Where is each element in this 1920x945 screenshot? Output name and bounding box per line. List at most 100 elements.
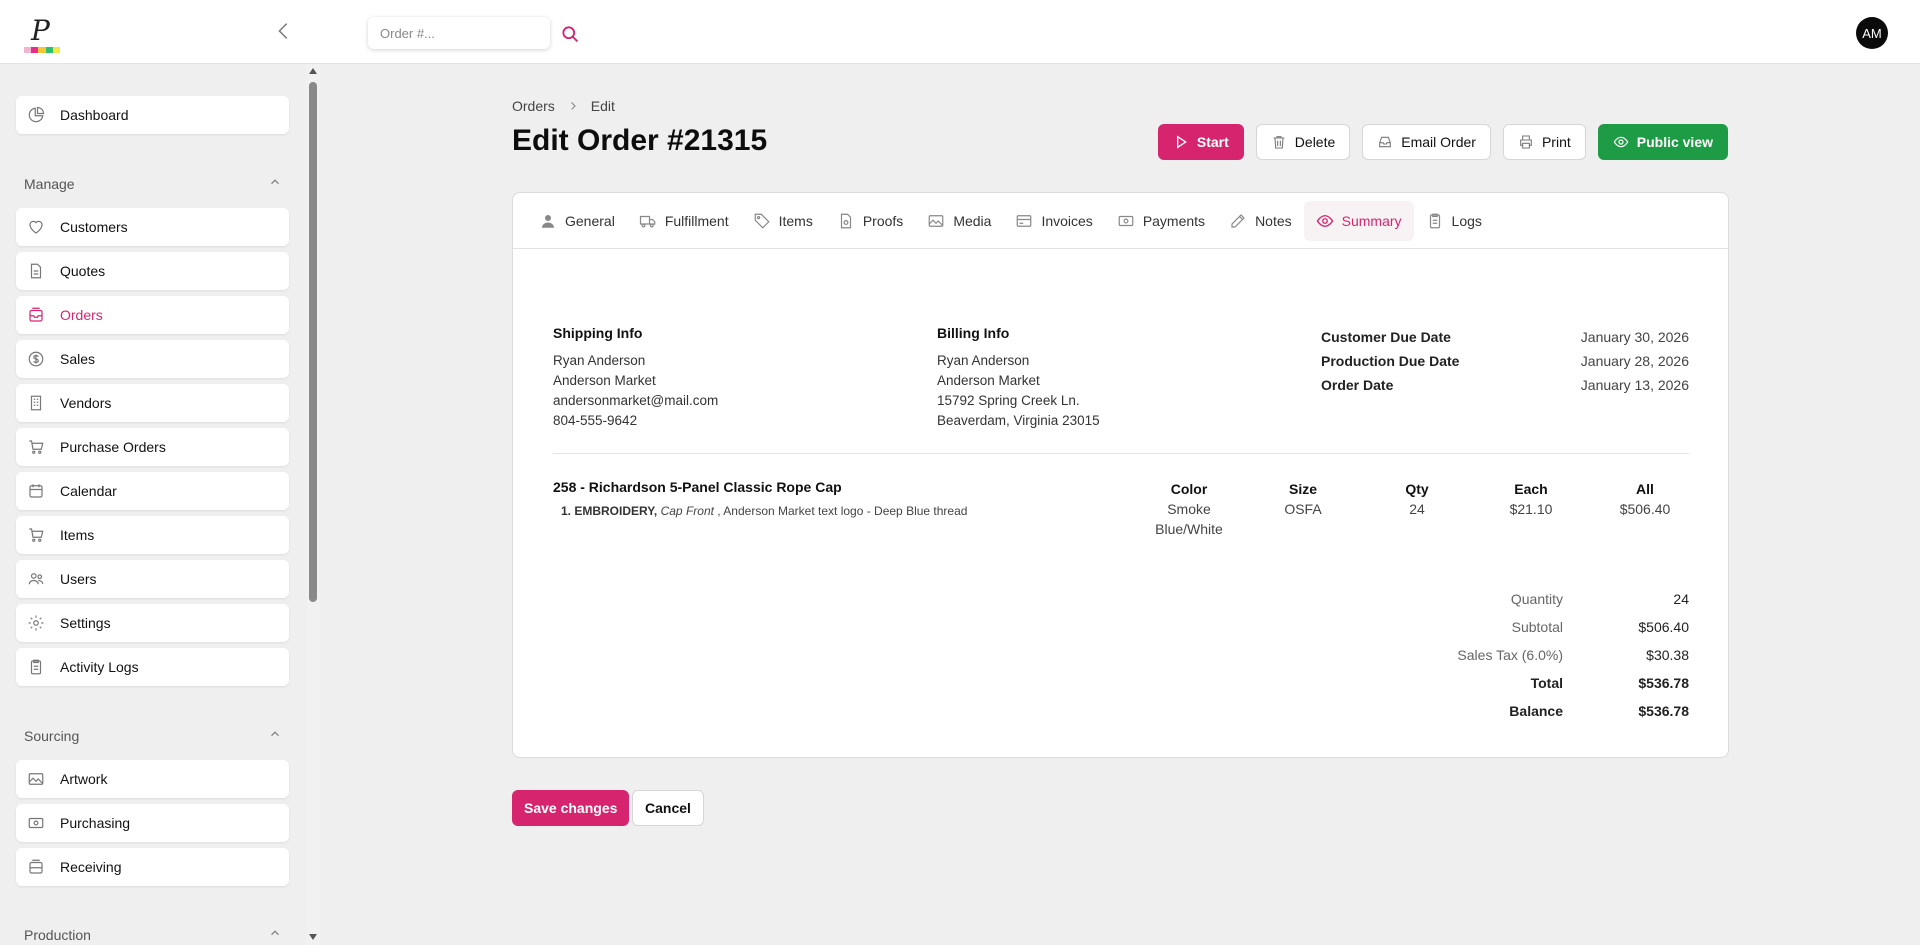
sidebar: Dashboard Manage Customers Quotes Orders… bbox=[0, 64, 320, 945]
date-label: Customer Due Date bbox=[1321, 329, 1451, 345]
scrollbar-thumb[interactable] bbox=[309, 82, 317, 602]
totals-label: Subtotal bbox=[1511, 619, 1563, 635]
play-icon bbox=[1173, 134, 1189, 150]
breadcrumb: Orders Edit bbox=[512, 98, 615, 114]
clipboard-icon bbox=[1426, 212, 1444, 230]
billing-company: Anderson Market bbox=[937, 373, 1040, 388]
sidebar-item-receiving[interactable]: Receiving bbox=[16, 848, 289, 886]
tab-fulfillment[interactable]: Fulfillment bbox=[627, 201, 741, 241]
tab-items[interactable]: Items bbox=[741, 201, 825, 241]
sidebar-item-vendors[interactable]: Vendors bbox=[16, 384, 289, 422]
sidebar-item-label: Calendar bbox=[60, 483, 117, 499]
sidebar-item-purchasing[interactable]: Purchasing bbox=[16, 804, 289, 842]
sidebar-item-purchase-orders[interactable]: Purchase Orders bbox=[16, 428, 289, 466]
sidebar-scrollbar[interactable] bbox=[306, 64, 320, 945]
scroll-up-icon[interactable] bbox=[309, 68, 317, 74]
order-actions: Start Delete Email Order Print Public vi… bbox=[1157, 124, 1728, 160]
start-button[interactable]: Start bbox=[1157, 124, 1244, 160]
cart-icon bbox=[26, 525, 46, 545]
cash-icon bbox=[26, 813, 46, 833]
sidebar-section-manage[interactable]: Manage bbox=[24, 175, 282, 192]
sidebar-item-label: Users bbox=[60, 571, 97, 587]
clipboard-icon bbox=[26, 657, 46, 677]
truck-icon bbox=[639, 212, 657, 230]
order-search-input[interactable] bbox=[368, 17, 550, 49]
shipping-email: andersonmarket@mail.com bbox=[553, 393, 719, 408]
shipping-phone: 804-555-9642 bbox=[553, 413, 638, 428]
calendar-icon bbox=[26, 481, 46, 501]
breadcrumb-orders-link[interactable]: Orders bbox=[512, 98, 555, 114]
email-order-button[interactable]: Email Order bbox=[1362, 124, 1491, 160]
sidebar-item-artwork[interactable]: Artwork bbox=[16, 760, 289, 798]
totals-value: 24 bbox=[1673, 591, 1689, 607]
building-icon bbox=[26, 393, 46, 413]
save-changes-button[interactable]: Save changes bbox=[512, 790, 630, 826]
totals-subtotal-row: Subtotal $506.40 bbox=[1393, 613, 1689, 641]
column-header-size: Size bbox=[1288, 481, 1317, 497]
tab-notes[interactable]: Notes bbox=[1217, 201, 1304, 241]
all-value: $506.40 bbox=[1619, 501, 1671, 517]
sidebar-item-users[interactable]: Users bbox=[16, 560, 289, 598]
tab-label: Notes bbox=[1255, 212, 1292, 229]
tab-general[interactable]: General bbox=[527, 201, 627, 241]
totals-tax-row: Sales Tax (6.0%) $30.38 bbox=[1393, 641, 1689, 669]
collapse-sidebar-icon[interactable] bbox=[273, 20, 295, 42]
tab-label: Items bbox=[778, 212, 813, 229]
user-avatar[interactable]: AM bbox=[1856, 17, 1888, 49]
column-header-qty: Qty bbox=[1405, 481, 1429, 497]
totals-value: $536.78 bbox=[1638, 703, 1689, 719]
sidebar-item-dashboard[interactable]: Dashboard bbox=[16, 96, 289, 134]
sidebar-section-sourcing[interactable]: Sourcing bbox=[24, 727, 282, 744]
sidebar-section-production[interactable]: Production bbox=[24, 926, 282, 943]
tab-invoices[interactable]: Invoices bbox=[1003, 201, 1104, 241]
tab-proofs[interactable]: Proofs bbox=[825, 201, 915, 241]
each-value: $21.10 bbox=[1509, 501, 1553, 517]
print-button[interactable]: Print bbox=[1502, 124, 1586, 160]
cash-icon bbox=[1117, 212, 1135, 230]
box-icon bbox=[26, 857, 46, 877]
app-logo[interactable]: P bbox=[24, 14, 62, 54]
sidebar-item-sales[interactable]: Sales bbox=[16, 340, 289, 378]
sidebar-item-label: Orders bbox=[60, 307, 103, 323]
color-value-line2: Blue/White bbox=[1155, 521, 1223, 537]
totals-value: $30.38 bbox=[1646, 647, 1689, 663]
tab-media[interactable]: Media bbox=[915, 201, 1003, 241]
sidebar-item-customers[interactable]: Customers bbox=[16, 208, 289, 246]
order-card: General Fulfillment Items Proofs Media I… bbox=[512, 192, 1729, 758]
image-icon bbox=[927, 212, 945, 230]
sidebar-item-calendar[interactable]: Calendar bbox=[16, 472, 289, 510]
tab-summary[interactable]: Summary bbox=[1303, 200, 1414, 241]
date-value: January 13, 2026 bbox=[1580, 377, 1689, 393]
scroll-down-icon[interactable] bbox=[309, 934, 317, 940]
line-item: 258 - Richardson 5-Panel Classic Rope Ca… bbox=[553, 479, 1689, 537]
sidebar-item-quotes[interactable]: Quotes bbox=[16, 252, 289, 290]
cart-icon bbox=[26, 437, 46, 457]
section-title: Manage bbox=[24, 175, 75, 192]
sidebar-item-label: Activity Logs bbox=[60, 659, 139, 675]
line-item-each: Each $21.10 bbox=[1471, 479, 1591, 519]
chevron-right-icon bbox=[567, 100, 579, 112]
order-totals: Quantity 24 Subtotal $506.40 Sales Tax (… bbox=[1393, 585, 1689, 725]
chevron-up-icon bbox=[268, 926, 282, 943]
billing-city: Beaverdam, Virginia 23015 bbox=[937, 413, 1100, 428]
totals-quantity-row: Quantity 24 bbox=[1393, 585, 1689, 613]
sidebar-item-settings[interactable]: Settings bbox=[16, 604, 289, 642]
sidebar-item-activity-logs[interactable]: Activity Logs bbox=[16, 648, 289, 686]
order-search bbox=[368, 17, 550, 49]
qty-value: 24 bbox=[1409, 501, 1425, 517]
email-order-label: Email Order bbox=[1401, 134, 1476, 150]
tab-payments[interactable]: Payments bbox=[1105, 201, 1217, 241]
totals-value: $506.40 bbox=[1638, 619, 1689, 635]
line-item-color: Color Smoke Blue/White bbox=[1129, 479, 1249, 539]
sidebar-item-items[interactable]: Items bbox=[16, 516, 289, 554]
totals-balance-row: Balance $536.78 bbox=[1393, 697, 1689, 725]
sidebar-item-label: Customers bbox=[60, 219, 128, 235]
search-icon[interactable] bbox=[560, 24, 580, 44]
cancel-button[interactable]: Cancel bbox=[632, 790, 704, 826]
public-view-button[interactable]: Public view bbox=[1597, 124, 1728, 160]
pencil-icon bbox=[1229, 212, 1247, 230]
delete-button[interactable]: Delete bbox=[1255, 124, 1351, 160]
decoration-prefix: 1. EMBROIDERY, bbox=[561, 504, 658, 518]
sidebar-item-orders[interactable]: Orders bbox=[16, 296, 289, 334]
tab-logs[interactable]: Logs bbox=[1414, 201, 1494, 241]
